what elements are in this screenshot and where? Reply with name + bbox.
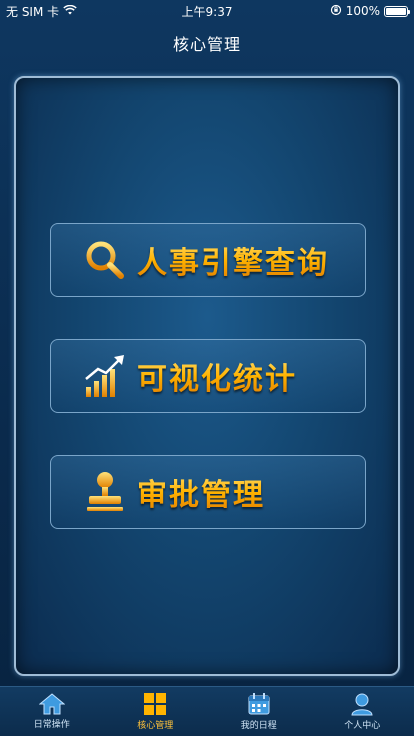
user-icon (350, 692, 374, 716)
carrier-text: 无 SIM 卡 (6, 4, 60, 19)
grid-icon (143, 692, 167, 716)
hr-query-label: 人事引擎查询 (137, 238, 329, 282)
battery-fill (386, 7, 406, 15)
calendar-icon (247, 692, 271, 716)
hr-query-button[interactable]: 人事引擎查询 (50, 223, 366, 297)
tab-my-schedule[interactable]: 我的日程 (207, 687, 311, 736)
search-icon (73, 223, 137, 297)
tab-personal-center[interactable]: 个人中心 (311, 687, 414, 736)
battery-icon (384, 5, 410, 17)
core-panel: 人事引擎查询 可视化统计 审批管理 (14, 76, 400, 676)
status-right: 100% (330, 4, 410, 19)
home-icon (38, 693, 65, 715)
tab-core-management[interactable]: 核心管理 (104, 687, 208, 736)
battery-percent: 100% (345, 4, 380, 18)
nav-bar: 核心管理 (0, 22, 414, 64)
approval-button[interactable]: 审批管理 (50, 455, 366, 529)
tab-label-core-management: 核心管理 (137, 721, 174, 731)
visual-stats-label: 可视化统计 (137, 354, 297, 398)
approval-label: 审批管理 (137, 470, 265, 514)
app-screen: 无 SIM 卡 上午9:37 100% 核心管理 人事引擎查询 可视化统计 审批… (0, 0, 414, 736)
tab-daily-ops[interactable]: 日常操作 (0, 687, 104, 736)
visual-stats-button[interactable]: 可视化统计 (50, 339, 366, 413)
tab-label-personal-center: 个人中心 (344, 721, 381, 731)
orientation-lock-icon (330, 4, 342, 19)
tab-label-my-schedule: 我的日程 (240, 721, 277, 731)
stamp-icon (73, 455, 137, 529)
tab-bar: 日常操作 核心管理 我的日程 个人中心 (0, 686, 414, 736)
bar-chart-icon (73, 339, 137, 413)
page-title: 核心管理 (172, 35, 241, 54)
wifi-icon (63, 4, 77, 18)
tab-label-daily-ops: 日常操作 (33, 720, 70, 730)
status-left: 无 SIM 卡 (6, 3, 77, 20)
status-bar: 无 SIM 卡 上午9:37 100% (0, 0, 414, 22)
